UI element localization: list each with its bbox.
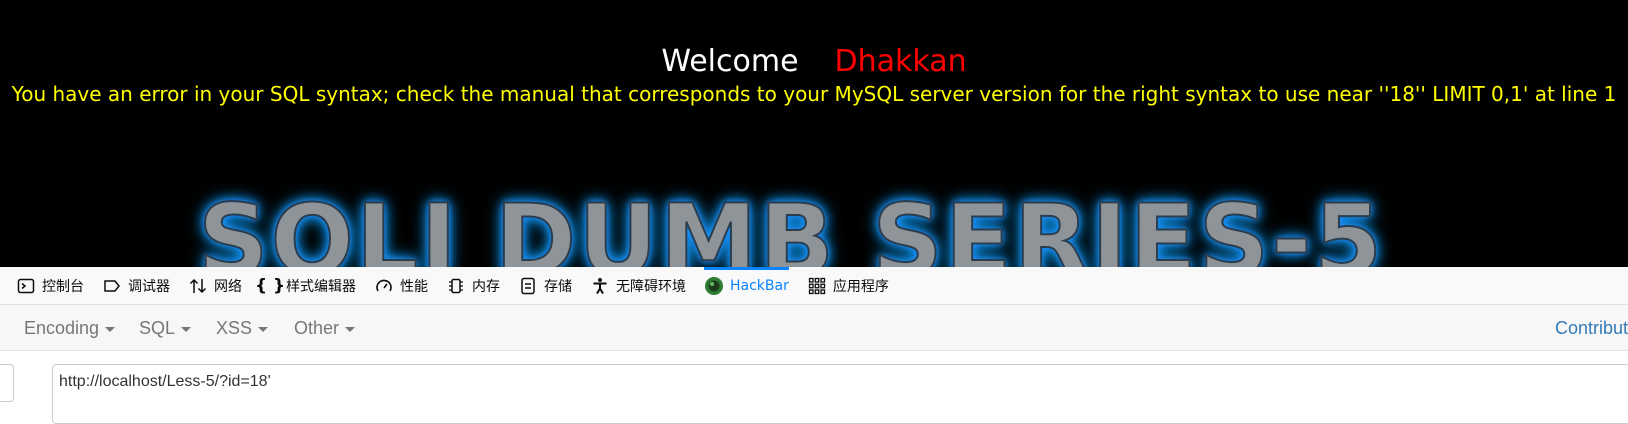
caret-down-icon [345,326,356,332]
tab-label: 存储 [544,278,572,295]
devtools-tab-bar: 控制台 调试器 网络 { } 样式编辑器 性能 内存 存储 无障碍环境 Hack… [0,266,1628,305]
hackbar-menu-bar: Encoding SQL XSS Other Contribute [0,305,1628,351]
url-input[interactable] [52,364,1628,424]
tab-hackbar[interactable]: HackBar [704,266,789,305]
xss-menu[interactable]: XSS [216,305,269,351]
debugger-icon [102,276,122,296]
sql-error-message: You have an error in your SQL syntax; ch… [11,82,1617,106]
storage-icon [518,276,538,296]
hackbar-icon [704,276,724,296]
caret-down-icon [181,326,192,332]
application-icon [807,276,827,296]
tab-storage[interactable]: 存储 [518,267,572,305]
menu-label: SQL [139,318,176,338]
user-name: Dhakkan [834,44,967,79]
style-editor-icon: { } [254,275,286,296]
tab-label: 控制台 [42,278,84,295]
performance-icon [374,276,394,296]
load-url-button[interactable] [0,364,14,402]
menu-label: XSS [216,318,253,338]
banner-title: SQLI DUMB SERIES-5 [197,184,1385,267]
tab-application[interactable]: 应用程序 [807,267,889,305]
menu-label: Encoding [24,318,100,338]
network-icon [188,276,208,296]
contribute-link[interactable]: Contribute [1555,305,1628,351]
other-menu[interactable]: Other [294,305,356,351]
menu-label: Other [294,318,340,338]
tab-label: 内存 [472,278,500,295]
tab-label: 网络 [214,278,242,295]
caret-down-icon [105,326,116,332]
accessibility-icon [590,276,610,296]
tab-label: 样式编辑器 [286,278,356,295]
memory-icon [446,276,466,296]
tab-memory[interactable]: 内存 [446,267,500,305]
tab-debugger[interactable]: 调试器 [102,267,170,305]
sql-menu[interactable]: SQL [139,305,192,351]
caret-down-icon [258,326,269,332]
tab-label: 性能 [400,278,428,295]
tab-console[interactable]: 控制台 [16,267,84,305]
tab-label: 无障碍环境 [616,278,686,295]
tab-performance[interactable]: 性能 [374,267,428,305]
welcome-text: Welcome [661,44,799,79]
console-icon [16,276,36,296]
tab-label: HackBar [730,277,789,294]
hackbar-url-area [0,351,1628,424]
tab-network[interactable]: 网络 [188,267,242,305]
encoding-menu[interactable]: Encoding [24,305,116,351]
tab-label: 应用程序 [832,278,889,295]
tab-accessibility[interactable]: 无障碍环境 [590,267,686,305]
tab-label: 调试器 [128,278,170,295]
tab-style-editor[interactable]: { } 样式编辑器 [254,267,356,305]
page-content: Welcome Dhakkan You have an error in your… [0,0,1628,267]
welcome-line: Welcome Dhakkan [0,42,1628,82]
